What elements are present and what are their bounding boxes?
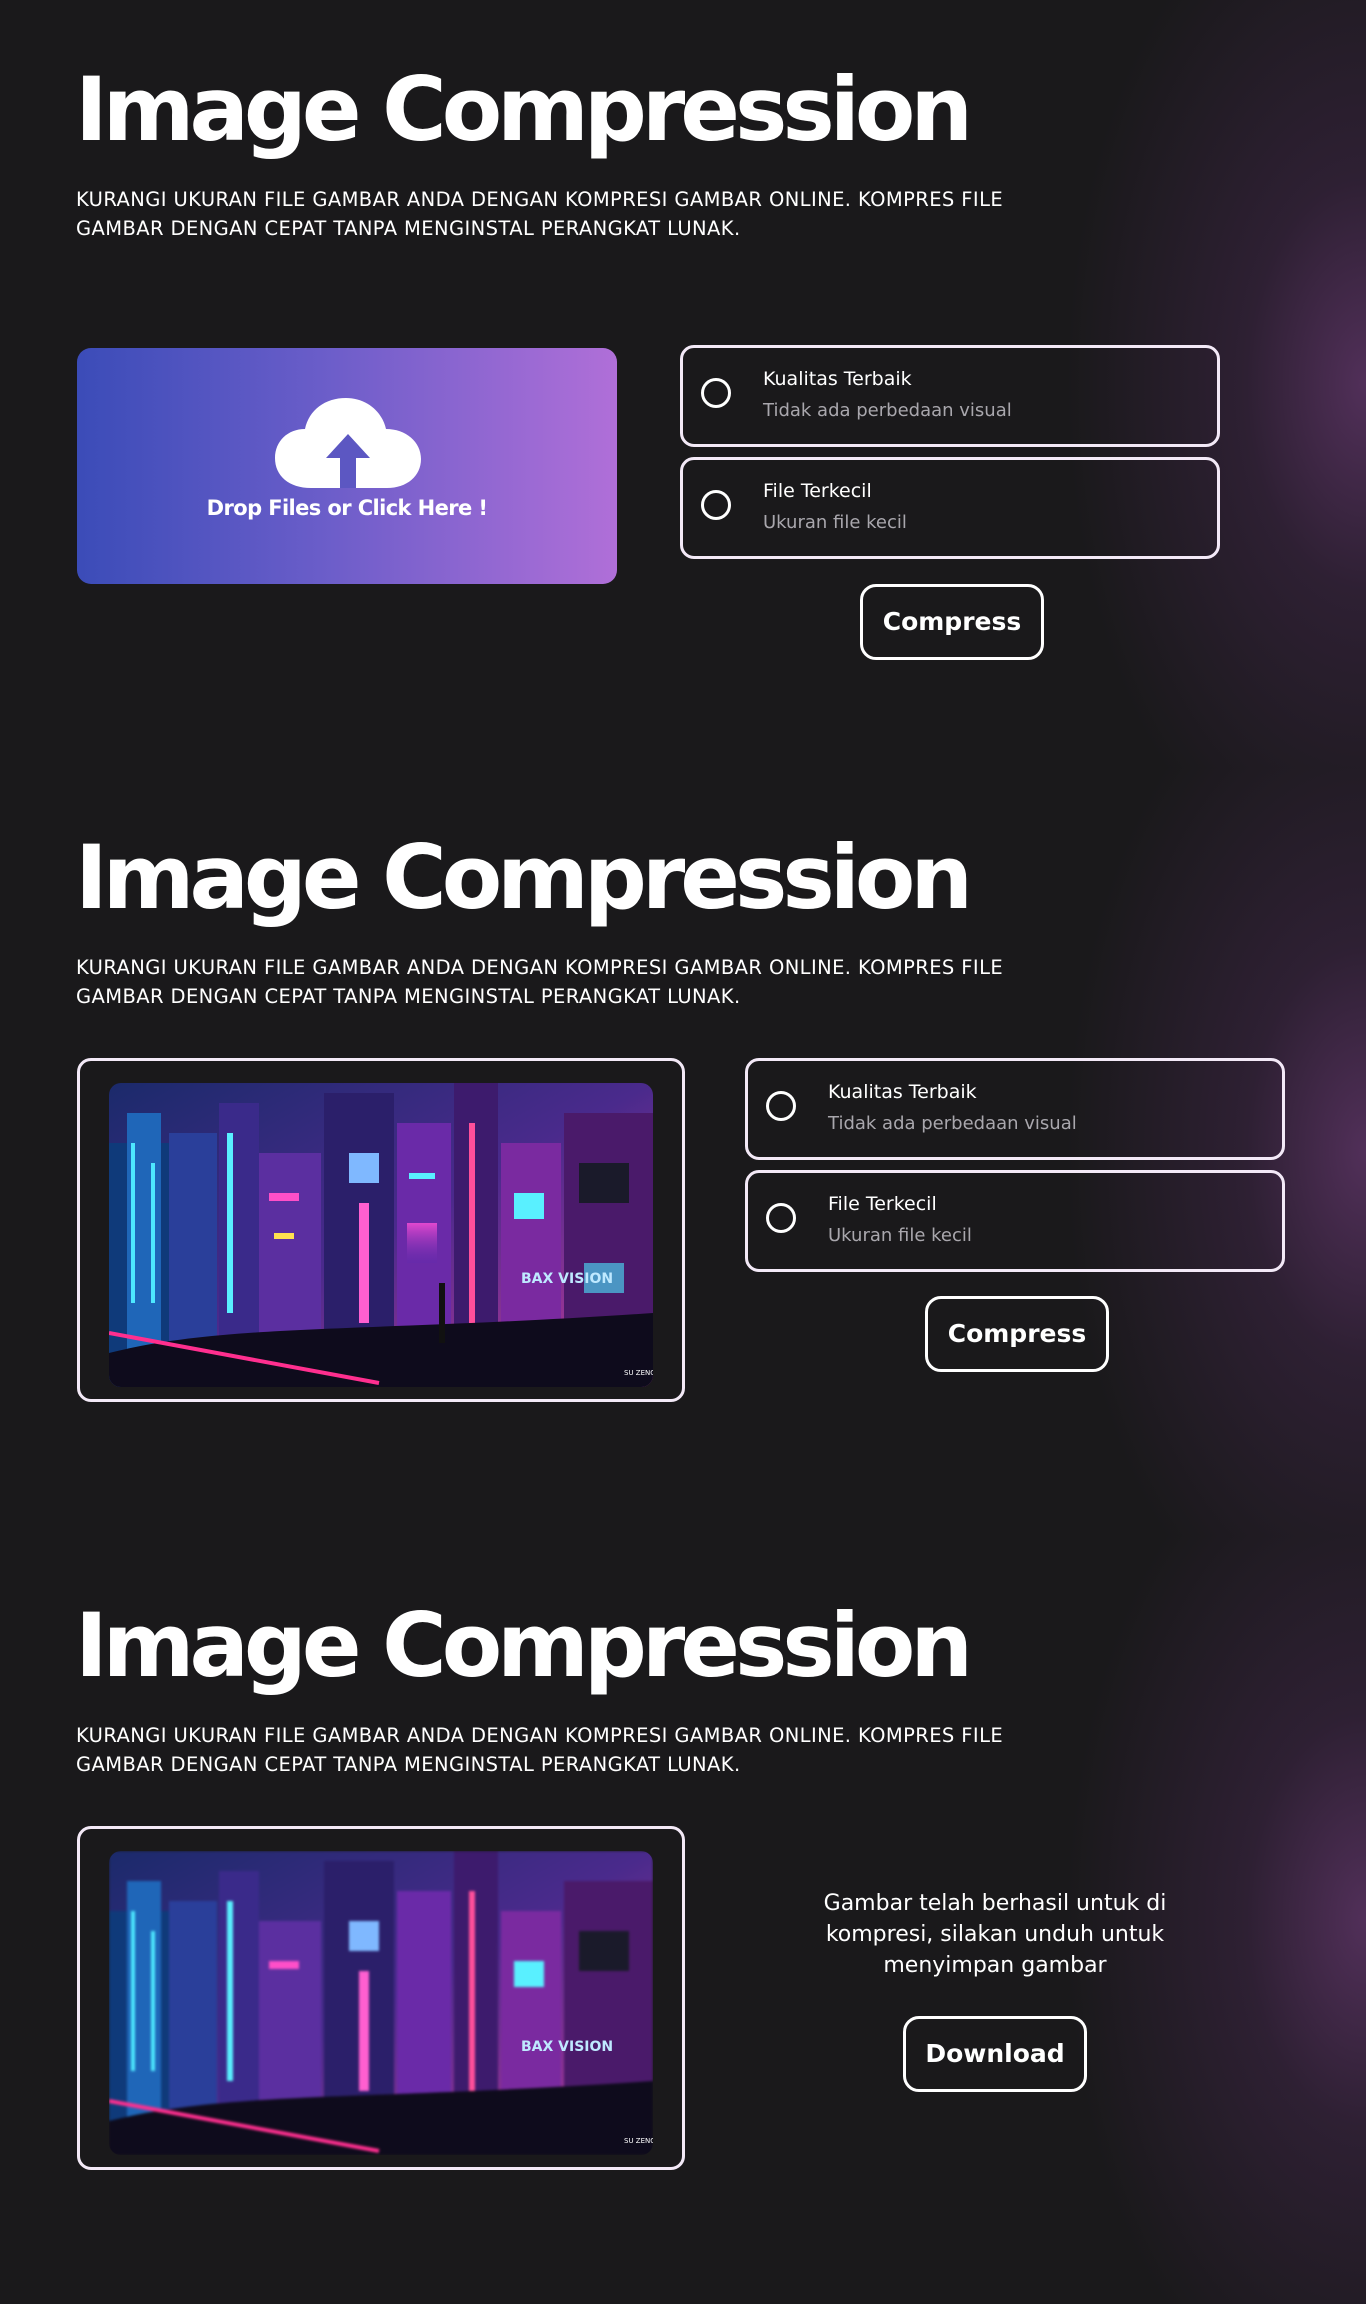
compressed-preview-image: BAX VISION SU ZENG FAN: [109, 1851, 653, 2155]
page-subtitle: KURANGI UKURAN FILE GAMBAR ANDA DENGAN K…: [76, 188, 1004, 240]
radio-button[interactable]: [701, 378, 731, 408]
upload-label: Drop Files or Click Here !: [206, 496, 488, 520]
radio-button[interactable]: [766, 1091, 796, 1121]
page-title: Image Compression: [75, 826, 973, 929]
page-title: Image Compression: [75, 1594, 973, 1697]
image-preview-frame: BAX VISION SU ZENG FAN: [77, 1058, 685, 1402]
option-description: Ukuran file kecil: [828, 1225, 972, 1246]
panel-result-state: Image Compression KURANGI UKURAN FILE GA…: [0, 1536, 1366, 2304]
compress-button[interactable]: Compress: [860, 584, 1044, 660]
radio-button[interactable]: [766, 1203, 796, 1233]
radio-button[interactable]: [701, 490, 731, 520]
option-best-quality[interactable]: Kualitas Terbaik Tidak ada perbedaan vis…: [680, 345, 1220, 447]
cloud-upload-icon: [275, 398, 421, 488]
compress-button[interactable]: Compress: [925, 1296, 1109, 1372]
city-image: BAX VISION SU ZENG FAN: [109, 1083, 653, 1387]
success-message: Gambar telah berhasil untuk di kompresi,…: [823, 1891, 1167, 1978]
panel-preview-state: Image Compression KURANGI UKURAN FILE GA…: [0, 768, 1366, 1536]
page-subtitle: KURANGI UKURAN FILE GAMBAR ANDA DENGAN K…: [76, 1724, 1004, 1776]
watermark-text: SU ZENG FAN: [624, 2137, 653, 2145]
option-title: File Terkecil: [763, 480, 872, 502]
page-title: Image Compression: [75, 58, 973, 161]
option-title: File Terkecil: [828, 1193, 937, 1215]
sign-text: BAX VISION: [521, 1271, 613, 1287]
option-description: Tidak ada perbedaan visual: [828, 1113, 1077, 1134]
option-description: Tidak ada perbedaan visual: [763, 400, 1012, 421]
watermark-text: SU ZENG FAN: [624, 1369, 653, 1377]
option-best-quality[interactable]: Kualitas Terbaik Tidak ada perbedaan vis…: [745, 1058, 1285, 1160]
option-smallest-file[interactable]: File Terkecil Ukuran file kecil: [680, 457, 1220, 559]
page-subtitle: KURANGI UKURAN FILE GAMBAR ANDA DENGAN K…: [76, 956, 1004, 1008]
upload-dropzone[interactable]: Drop Files or Click Here !: [77, 348, 617, 584]
sign-text: BAX VISION: [521, 2039, 613, 2055]
panel-upload-state: Image Compression KURANGI UKURAN FILE GA…: [0, 0, 1366, 768]
option-smallest-file[interactable]: File Terkecil Ukuran file kecil: [745, 1170, 1285, 1272]
option-title: Kualitas Terbaik: [828, 1081, 977, 1103]
option-title: Kualitas Terbaik: [763, 368, 912, 390]
download-button[interactable]: Download: [903, 2016, 1087, 2092]
image-preview-frame: BAX VISION SU ZENG FAN: [77, 1826, 685, 2170]
option-description: Ukuran file kecil: [763, 512, 907, 533]
preview-image: BAX VISION SU ZENG FAN: [109, 1083, 653, 1387]
city-image: BAX VISION SU ZENG FAN: [109, 1851, 653, 2155]
